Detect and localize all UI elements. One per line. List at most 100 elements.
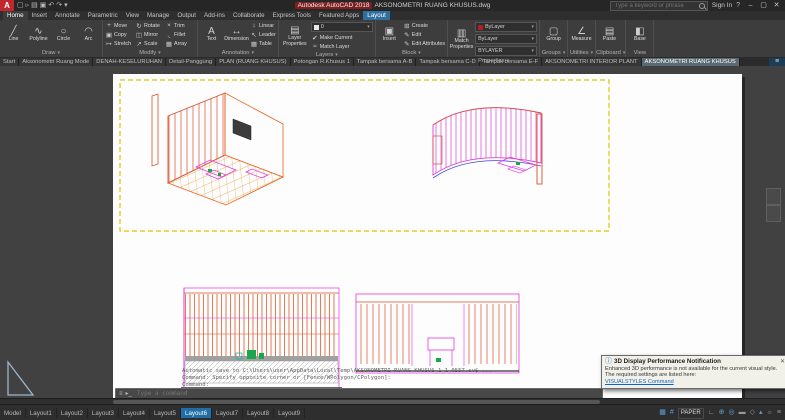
- annotation-scale-icon[interactable]: ▴: [759, 406, 763, 420]
- command-line[interactable]: ≡ ▸_: [115, 388, 603, 398]
- plot-icon[interactable]: ▣: [40, 0, 47, 11]
- ortho-toggle-icon[interactable]: ∟: [708, 406, 715, 420]
- file-tab-active[interactable]: AKSONOMETRI RUANG KHUSUS: [642, 57, 740, 66]
- application-menu-button[interactable]: A: [0, 0, 14, 11]
- line-button[interactable]: ╱Line: [2, 21, 25, 48]
- ribbon-tab-parametric[interactable]: Parametric: [84, 11, 122, 20]
- layer-dropdown[interactable]: 0▾: [311, 22, 373, 32]
- utilities-panel-label[interactable]: Utilities▾: [568, 49, 595, 57]
- lineweight-toggle-icon[interactable]: ▬: [739, 406, 746, 420]
- stretch-button[interactable]: ↦Stretch: [105, 39, 135, 48]
- array-button[interactable]: ▦Array: [165, 39, 195, 48]
- file-tab[interactable]: Detail-Panggung: [166, 57, 216, 66]
- dimension-button[interactable]: ↔Dimension: [225, 21, 248, 48]
- clipboard-panel-label[interactable]: Clipboard▾: [596, 49, 625, 57]
- file-tab[interactable]: AKSONOMETRI INTERIOR PLANT: [542, 57, 641, 66]
- new-icon[interactable]: ▢: [17, 0, 24, 11]
- layout-tab-active[interactable]: Layout6: [181, 408, 212, 418]
- notification-close-icon[interactable]: ✕: [780, 358, 785, 365]
- match-layer-button[interactable]: ≈Match Layer: [311, 42, 373, 51]
- layout-tab[interactable]: Layout1: [26, 408, 57, 418]
- ribbon-tab-output[interactable]: Output: [173, 11, 200, 20]
- layout-tab[interactable]: Layout4: [119, 408, 150, 418]
- object-snap-icon[interactable]: ◎: [728, 406, 734, 420]
- qat-dropdown-icon[interactable]: ▾: [64, 0, 68, 11]
- mirror-button[interactable]: ◫Mirror: [135, 30, 165, 39]
- ribbon-tab-insert[interactable]: Insert: [28, 11, 51, 20]
- match-properties-button[interactable]: ▥Match Properties: [450, 21, 473, 57]
- ribbon-tab-layout[interactable]: Layout: [363, 11, 390, 20]
- ribbon-tab-view[interactable]: View: [122, 11, 143, 20]
- search-input[interactable]: [613, 2, 697, 10]
- layout-tab[interactable]: Layout3: [88, 408, 119, 418]
- signin-button[interactable]: Sign In: [712, 2, 732, 9]
- model-tab[interactable]: Model: [0, 408, 26, 418]
- ribbon-tab-home[interactable]: Home: [3, 11, 28, 20]
- workspace-switch-icon[interactable]: ☼: [766, 406, 772, 420]
- measure-button[interactable]: ∠Measure: [570, 21, 593, 48]
- edit-block-button[interactable]: ✎Edit: [403, 30, 445, 39]
- edit-attributes-button[interactable]: ✎Edit Attributes: [403, 39, 445, 48]
- layout-tab[interactable]: Layout7: [212, 408, 243, 418]
- make-current-button[interactable]: ✔Make Current: [311, 33, 373, 42]
- viewport-control-button[interactable]: [766, 188, 781, 205]
- save-icon[interactable]: ▤: [31, 0, 38, 11]
- close-button[interactable]: ✕: [770, 0, 783, 11]
- minimize-button[interactable]: –: [744, 0, 757, 11]
- layout-tab[interactable]: Layout5: [150, 408, 181, 418]
- properties-panel-label[interactable]: Properties▾: [448, 58, 539, 64]
- groups-panel-label[interactable]: Groups▾: [540, 49, 567, 57]
- customize-icon[interactable]: ≡: [777, 406, 781, 420]
- scale-button[interactable]: ↗Scale: [135, 39, 165, 48]
- draw-panel-label[interactable]: Draw▾: [0, 49, 102, 57]
- redo-icon[interactable]: ↷: [56, 0, 62, 11]
- fillet-button[interactable]: ◟Fillet: [165, 30, 195, 39]
- search-icon[interactable]: [699, 3, 705, 9]
- undo-icon[interactable]: ↶: [48, 0, 54, 11]
- viewport-control-button[interactable]: [766, 205, 781, 222]
- copy-button[interactable]: ▣Copy: [105, 30, 135, 39]
- paste-button[interactable]: ▤Paste: [598, 21, 621, 48]
- file-tab-start[interactable]: Start: [0, 57, 19, 66]
- block-panel-label[interactable]: Block▾: [376, 49, 447, 57]
- file-tab-menu-icon[interactable]: ≡: [769, 57, 785, 66]
- text-button[interactable]: AText: [200, 21, 223, 48]
- ribbon-tab-express-tools[interactable]: Express Tools: [269, 11, 315, 20]
- modify-panel-label[interactable]: Modify▾: [103, 49, 197, 57]
- command-input[interactable]: [135, 389, 599, 398]
- polar-tracking-icon[interactable]: ⊕: [719, 406, 725, 420]
- infocenter-search[interactable]: [610, 1, 708, 11]
- grid-toggle-icon[interactable]: ▦: [659, 406, 666, 420]
- trim-button[interactable]: ×Trim: [165, 21, 195, 30]
- layout-tab[interactable]: Layout8: [243, 408, 274, 418]
- drawing-area[interactable]: Automatic save to C:\Users\user\AppData\…: [0, 66, 785, 398]
- ribbon-tab-annotate[interactable]: Annotate: [51, 11, 84, 20]
- base-button[interactable]: ◧Base: [628, 21, 651, 48]
- layout-tab[interactable]: Layout9: [274, 408, 305, 418]
- circle-button[interactable]: ○Circle: [52, 21, 75, 48]
- move-button[interactable]: +Move: [105, 21, 135, 30]
- maximize-button[interactable]: ▢: [757, 0, 770, 11]
- file-tab[interactable]: Tampak bersama A-B: [354, 57, 416, 66]
- command-customize-icon[interactable]: ≡: [119, 391, 123, 397]
- paper-space-toggle[interactable]: PAPER: [678, 408, 704, 419]
- snap-toggle-icon[interactable]: #: [670, 406, 674, 420]
- linetype-dropdown[interactable]: ByLayer▾: [475, 34, 537, 44]
- open-icon[interactable]: ▹: [26, 0, 30, 11]
- file-tab[interactable]: Potongan R.Khusus 1: [291, 57, 354, 66]
- annotation-panel-label[interactable]: Annotation▾: [198, 49, 278, 57]
- visualstyles-command-link[interactable]: VISUALSTYLES Command: [605, 379, 674, 385]
- insert-button[interactable]: ▣Insert: [378, 21, 401, 48]
- arc-button[interactable]: ◠Arc: [77, 21, 100, 48]
- ribbon-tab-addins[interactable]: Add-ins: [200, 11, 229, 20]
- ribbon-tab-featured-apps[interactable]: Featured Apps: [315, 11, 363, 20]
- layout-tab[interactable]: Layout2: [57, 408, 88, 418]
- isodraft-toggle-icon[interactable]: ◇: [750, 406, 755, 420]
- leader-button[interactable]: ↖Leader: [250, 30, 276, 39]
- rotate-button[interactable]: ↻Rotate: [135, 21, 165, 30]
- file-tab[interactable]: Aksonometri Ruang Mode: [19, 57, 93, 66]
- file-tab[interactable]: PLAN (RUANG KHUSUS): [216, 57, 290, 66]
- object-color-dropdown[interactable]: ByLayer▾: [475, 22, 537, 32]
- group-button[interactable]: ▢Group: [542, 21, 565, 48]
- layers-panel-label[interactable]: Layers▾: [279, 52, 375, 58]
